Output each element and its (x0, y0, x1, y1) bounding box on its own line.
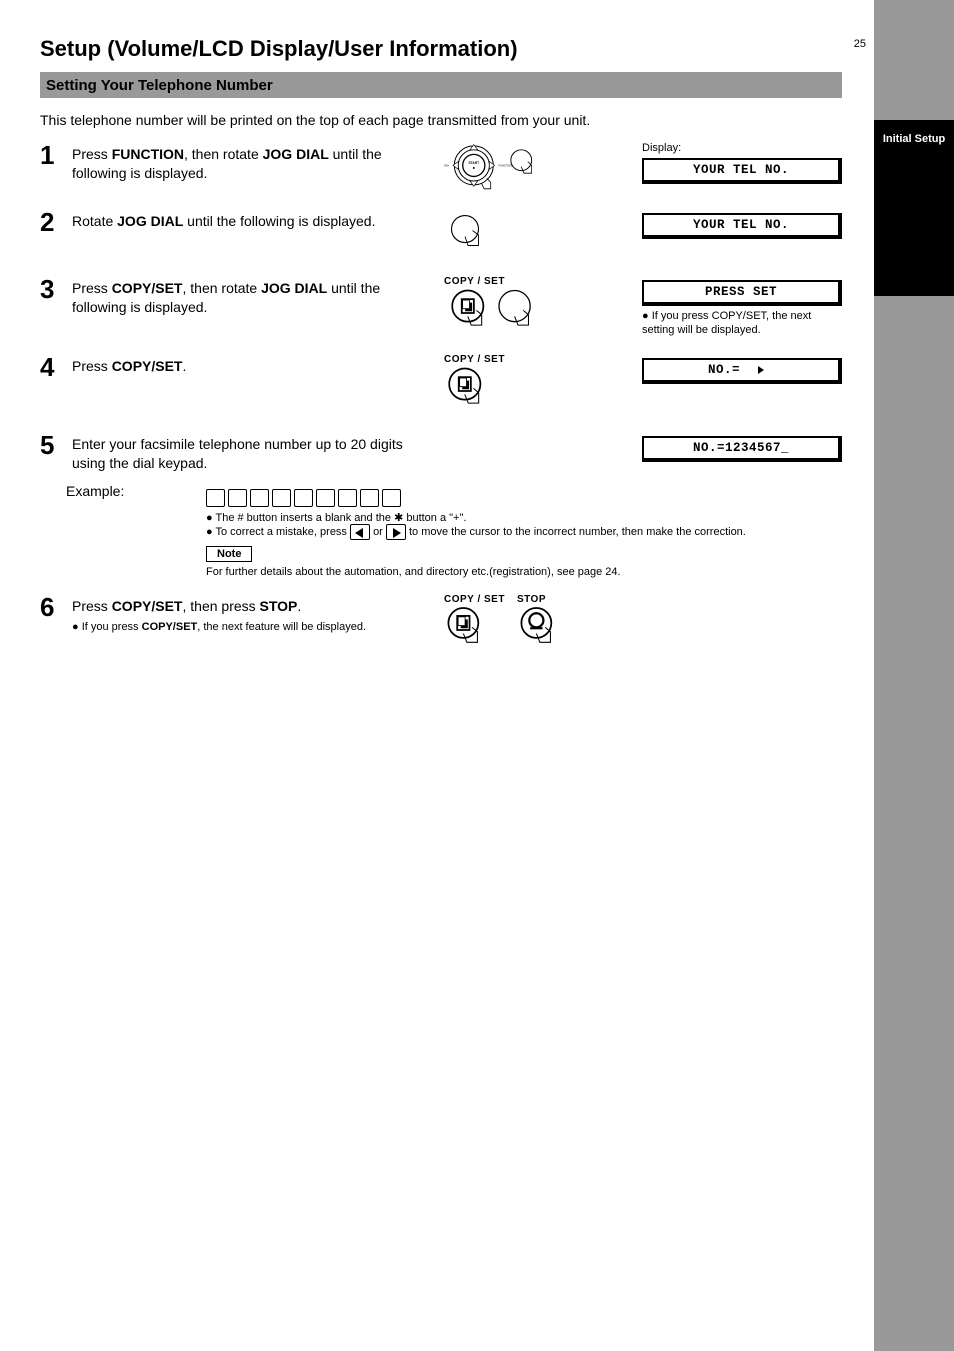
caret-icon (756, 365, 766, 375)
lcd-display-2: YOUR TEL NO. (642, 213, 842, 239)
step-5-bullet-2: ● To correct a mistake, press or to move… (206, 524, 842, 540)
svg-text:START: START (469, 161, 480, 165)
sidebar-chapter-label: Initial Setup (874, 132, 954, 146)
step-number-2: 2 (40, 209, 66, 235)
lcd-display-4: NO.= (642, 358, 842, 384)
step-5-note-text: For further details about the automation… (206, 566, 842, 578)
section-title: Setup (Volume/LCD Display/User Informati… (40, 36, 842, 62)
step-1-icons: START ZOOM DIRECTORY SEARCH FUNCTION (444, 142, 624, 199)
copy-and-dial-icon (444, 287, 554, 339)
step-text-2: Rotate JOG DIAL until the following is d… (72, 209, 434, 231)
step-text-1: Press FUNCTION, then rotate JOG DIAL unt… (72, 142, 434, 183)
jog-dial-small-icon (444, 209, 504, 261)
step-text-6: Press COPY/SET, then press STOP. ● If yo… (72, 594, 434, 635)
lcd-display-1: YOUR TEL NO. (642, 158, 842, 184)
svg-text:DIRECTORY SEARCH: DIRECTORY SEARCH (444, 165, 449, 168)
example-label: Example: (66, 483, 206, 578)
sidebar-text: Initial Setup (883, 133, 945, 145)
stop-button-icon (517, 605, 561, 655)
lcd-display-3: PRESS SET (642, 280, 842, 306)
step-5-bullet-1: ● The # button inserts a blank and the ✱… (206, 511, 842, 524)
svg-text:FUNCTION: FUNCTION (499, 164, 513, 168)
intro-paragraph: This telephone number will be printed on… (40, 112, 842, 128)
lcd-display-5: NO.=1234567_ (642, 436, 842, 462)
note-box-label: Note (206, 546, 252, 562)
subsection-bar: Setting Your Telephone Number (40, 72, 842, 98)
step-number-1: 1 (40, 142, 66, 168)
step-number-6: 6 (40, 594, 66, 620)
step-number-4: 4 (40, 354, 66, 380)
copy-set-label-3: COPY / SET (444, 276, 624, 287)
right-arrow-icon (386, 524, 406, 540)
svg-text:ZOOM: ZOOM (470, 142, 478, 143)
step-6-icons: COPY / SET STOP (444, 594, 624, 660)
step-number-5: 5 (40, 432, 66, 458)
lcd-header-1: Display: (642, 142, 842, 154)
left-arrow-icon (350, 524, 370, 540)
dial-keypad-icon (206, 489, 842, 507)
stop-label-6: STOP (517, 594, 561, 605)
step-4-icons: COPY / SET (444, 354, 624, 422)
step-3-icons: COPY / SET (444, 276, 624, 344)
copy-set-label-6: COPY / SET (444, 594, 505, 605)
jog-dial-icon: START ZOOM DIRECTORY SEARCH FUNCTION (444, 142, 540, 194)
copy-set-label-4: COPY / SET (444, 354, 624, 365)
step-number-3: 3 (40, 276, 66, 302)
page-number: 25 (854, 38, 866, 50)
step-2-icons (444, 209, 624, 266)
lcd-note-3: ● If you press COPY/SET, the next settin… (642, 310, 842, 338)
step-text-4: Press COPY/SET. (72, 354, 434, 376)
copy-button-icon-6 (444, 605, 488, 655)
copy-button-icon (444, 365, 496, 417)
step-text-3: Press COPY/SET, then rotate JOG DIAL unt… (72, 276, 434, 317)
step-text-5: Enter your facsimile telephone number up… (72, 432, 434, 473)
